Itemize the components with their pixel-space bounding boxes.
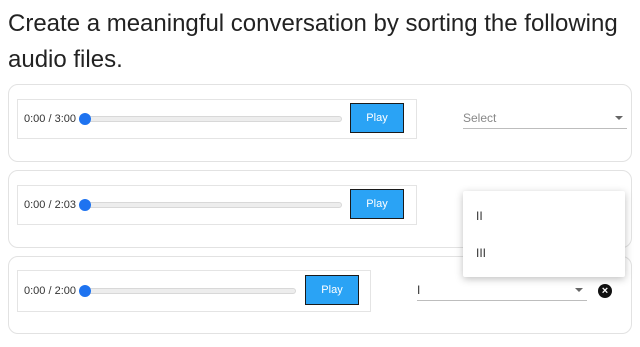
close-circle-icon[interactable]: × <box>598 284 612 298</box>
play-button[interactable]: Play <box>350 189 404 219</box>
menu-option-ii[interactable]: II <box>476 209 483 223</box>
audio-time: 0:00 / 2:00 <box>24 285 76 297</box>
dropdown-menu: II III <box>463 191 625 277</box>
order-select[interactable]: I <box>417 279 587 301</box>
slider-thumb[interactable] <box>79 285 91 297</box>
caret-down-icon <box>575 288 583 292</box>
audio-time: 0:00 / 2:03 <box>24 199 76 211</box>
audio-time: 0:00 / 3:00 <box>24 113 76 125</box>
caret-down-icon <box>615 116 623 120</box>
order-select[interactable]: Select <box>463 107 627 129</box>
select-value: Select <box>463 111 497 125</box>
question-prompt: Create a meaningful conversation by sort… <box>8 10 618 73</box>
play-button[interactable]: Play <box>350 103 404 133</box>
slider-thumb[interactable] <box>79 199 91 211</box>
audio-progress-slider[interactable] <box>79 285 296 297</box>
play-button[interactable]: Play <box>305 275 359 305</box>
audio-item-1: 0:00 / 3:00 Play Select <box>8 84 632 162</box>
slider-thumb[interactable] <box>79 113 91 125</box>
audio-progress-slider[interactable] <box>79 199 342 211</box>
menu-option-iii[interactable]: III <box>476 246 486 260</box>
select-value: I <box>417 283 421 297</box>
audio-progress-slider[interactable] <box>79 113 342 125</box>
